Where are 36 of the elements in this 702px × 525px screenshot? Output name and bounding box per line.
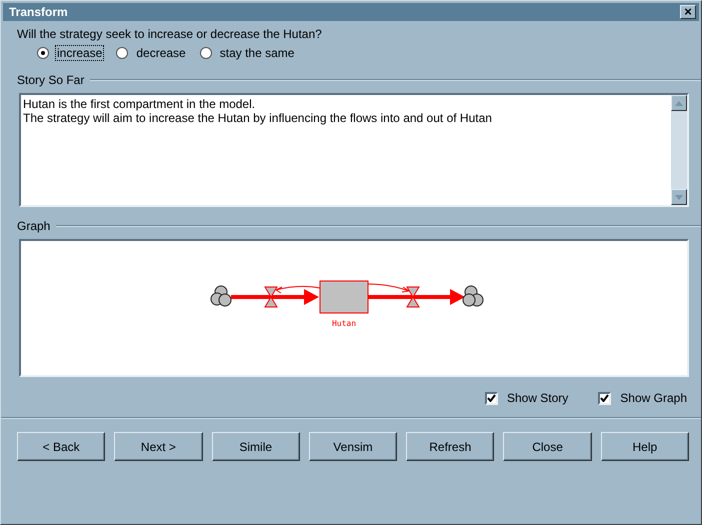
radio-button[interactable] — [200, 47, 212, 59]
stock-box — [320, 280, 368, 314]
radio-label[interactable]: decrease — [134, 45, 188, 61]
checkbox-label[interactable]: Show Story — [506, 391, 568, 405]
stock-label: Hutan — [332, 319, 356, 328]
dialog-button[interactable]: Next > — [114, 432, 203, 461]
story-line: The strategy will aim to increase the Hutan by influencing the flows into and out of Hutan — [23, 111, 493, 125]
close-button[interactable]: × — [680, 5, 696, 19]
checkbox-label[interactable]: Show Graph — [620, 391, 687, 405]
scroll-bar[interactable] — [671, 95, 687, 205]
radio-label[interactable]: stay the same — [218, 45, 296, 61]
checkbox[interactable] — [484, 392, 498, 404]
cloud-icon — [210, 286, 232, 306]
link-arrow — [276, 286, 320, 294]
dialog-button[interactable]: Help — [600, 432, 689, 461]
scroll-down-icon[interactable] — [671, 189, 687, 205]
window-title: Transform — [9, 5, 68, 19]
dialog-button[interactable]: Close — [503, 432, 592, 461]
radio-button[interactable] — [37, 47, 49, 59]
dialog-button[interactable]: < Back — [17, 432, 106, 461]
radio-label[interactable]: increase — [55, 45, 104, 61]
valve-icon — [406, 286, 420, 308]
dialog-button[interactable]: Vensim — [308, 432, 398, 461]
checkbox[interactable] — [598, 392, 612, 404]
valve-icon — [264, 286, 278, 308]
question-text: Will the strategy seek to increase or decrease the Hutan? — [17, 27, 323, 41]
section-heading: Graph — [17, 219, 50, 233]
story-line: Hutan is the first compartment in the model. — [23, 97, 256, 111]
cloud-icon — [462, 286, 484, 306]
dialog-button[interactable]: Simile — [212, 432, 300, 461]
link-arrow — [368, 284, 410, 292]
section-heading: Story So Far — [17, 73, 84, 87]
story-textarea[interactable]: Hutan is the first compartment in the model. The strategy will aim to increase the Hutan by influencing the flows into and out of Hutan — [19, 93, 689, 207]
radio-button[interactable] — [116, 47, 128, 59]
dialog-button[interactable]: Refresh — [406, 432, 494, 461]
scroll-up-icon[interactable] — [671, 95, 687, 111]
